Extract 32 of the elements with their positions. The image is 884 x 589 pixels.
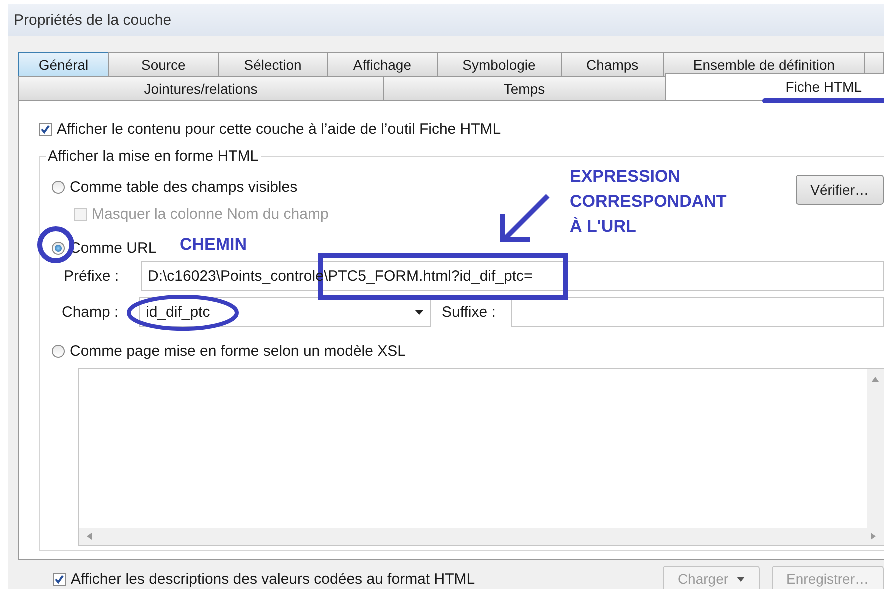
radio-button[interactable] — [52, 242, 65, 255]
checkbox-label: Masquer la colonne Nom du champ — [92, 206, 329, 223]
field-label: Préfixe : — [64, 268, 120, 284]
field-label: Champ : — [62, 304, 120, 320]
tab[interactable]: Symbologie — [436, 52, 562, 76]
radio-label: Comme table des champs visibles — [70, 179, 298, 196]
radio-button[interactable] — [52, 345, 65, 358]
highlight-circle — [38, 226, 74, 264]
scroll-up-icon[interactable] — [872, 377, 879, 382]
annotation-label: CHEMIN — [180, 234, 248, 256]
tab[interactable]: Affichage — [327, 52, 438, 76]
scroll-left-icon[interactable] — [87, 533, 92, 540]
checkbox[interactable] — [53, 572, 66, 586]
checkbox-label: Afficher le contenu pour cette couche à l’aide de l’outil Fiche HTML — [57, 121, 502, 138]
window-title: Propriétés de la couche — [8, 4, 884, 36]
tab[interactable]: Général — [18, 52, 110, 76]
annotation-text: EXPRESSION CORRESPONDANT À L'URL — [570, 166, 727, 238]
tab[interactable]: Jointures/relations — [18, 76, 384, 100]
verify-button[interactable]: Vérifier… — [796, 175, 884, 205]
radio-button[interactable] — [52, 181, 65, 194]
checkbox[interactable] — [39, 123, 52, 136]
tab[interactable]: Champs — [560, 52, 664, 76]
tab[interactable]: Temps — [383, 76, 666, 100]
tab[interactable]: Fiche HTML — [665, 73, 884, 100]
suffix-field[interactable] — [511, 297, 884, 327]
field-label: Suffixe : — [442, 304, 497, 320]
checkbox-label: Afficher les descriptions des valeurs codées au format HTML — [71, 570, 476, 588]
tab[interactable]: Source — [108, 52, 219, 76]
tab[interactable]: Sélection — [218, 52, 328, 76]
scroll-right-icon[interactable] — [871, 533, 876, 540]
radio-label: Comme page mise en forme selon un modèle XSL — [70, 343, 406, 360]
dropdown-arrow-icon — [415, 310, 424, 314]
